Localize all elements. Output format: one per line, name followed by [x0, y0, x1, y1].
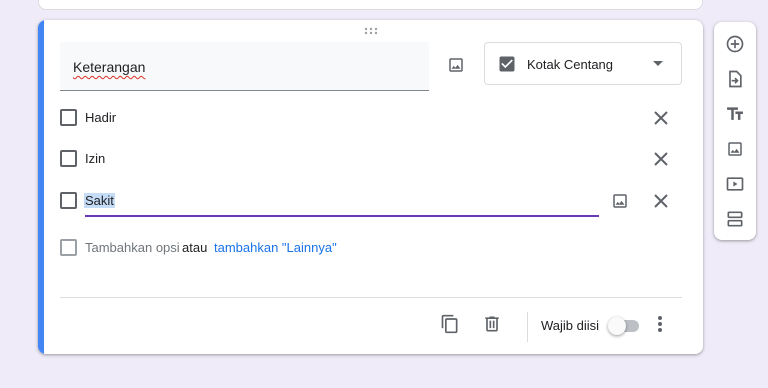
import-questions-icon — [729, 70, 742, 88]
drag-handle-icon[interactable] — [364, 27, 378, 35]
remove-option-button[interactable] — [649, 147, 673, 171]
checkbox-checked-icon — [499, 56, 515, 72]
add-question-icon — [726, 35, 744, 53]
card-accent-bar — [38, 20, 44, 354]
more-vert-icon — [658, 316, 662, 332]
footer-vertical-divider — [527, 312, 528, 342]
option-row-izin[interactable]: Izin — [60, 144, 680, 174]
previous-card — [38, 0, 703, 10]
close-icon — [654, 152, 668, 166]
question-type-select[interactable]: Kotak Centang — [484, 42, 682, 85]
option-checkbox — [60, 192, 77, 209]
add-option-row: Tambahkan opsi atau tambahkan "Lainnya" — [60, 233, 460, 263]
import-questions-button[interactable] — [723, 67, 747, 91]
add-other-option-button[interactable]: tambahkan "Lainnya" — [214, 240, 337, 255]
more-options-button[interactable] — [648, 312, 672, 336]
copy-icon — [441, 314, 458, 334]
add-image-button[interactable] — [723, 137, 747, 161]
question-title-field[interactable]: Keterangan — [60, 42, 429, 91]
add-image-to-option-button[interactable] — [608, 189, 632, 213]
add-title-icon — [727, 107, 743, 120]
option-checkbox — [60, 109, 77, 126]
trash-icon — [485, 316, 499, 332]
remove-option-button[interactable] — [649, 106, 673, 130]
active-option-underline — [85, 215, 599, 217]
close-icon — [654, 111, 668, 125]
add-title-button[interactable] — [723, 102, 747, 126]
required-label: Wajib diisi — [541, 318, 600, 333]
add-section-button[interactable] — [723, 207, 747, 231]
option-checkbox-placeholder — [60, 239, 77, 256]
option-input[interactable]: Sakit — [84, 193, 115, 208]
add-image-icon — [728, 142, 742, 156]
add-image-to-question-button[interactable] — [444, 53, 468, 77]
question-title-text: Keterangan — [73, 59, 146, 75]
add-option-or-text: atau — [182, 240, 208, 255]
close-icon — [654, 194, 668, 208]
add-video-button[interactable] — [723, 172, 747, 196]
option-label[interactable]: Hadir — [85, 110, 116, 125]
image-icon — [449, 58, 463, 72]
delete-question-button[interactable] — [480, 312, 504, 336]
question-card[interactable]: Keterangan Kotak Centang Hadir Izin Saki… — [38, 20, 703, 354]
remove-option-button[interactable] — [649, 189, 673, 213]
option-row-hadir[interactable]: Hadir — [60, 103, 680, 133]
required-toggle[interactable] — [608, 317, 642, 335]
add-section-icon — [727, 211, 743, 227]
option-checkbox — [60, 150, 77, 167]
footer-divider — [60, 297, 682, 298]
image-icon — [613, 194, 627, 208]
question-type-label: Kotak Centang — [527, 57, 614, 72]
add-option-button[interactable]: Tambahkan opsi — [85, 240, 180, 255]
chevron-down-icon — [653, 61, 663, 66]
duplicate-question-button[interactable] — [438, 312, 462, 336]
toggle-knob — [608, 317, 626, 335]
option-label[interactable]: Izin — [85, 151, 105, 166]
floating-toolbar — [714, 22, 756, 240]
add-question-button[interactable] — [723, 32, 747, 56]
option-row-sakit[interactable]: Sakit — [60, 186, 680, 216]
add-video-icon — [726, 177, 744, 191]
